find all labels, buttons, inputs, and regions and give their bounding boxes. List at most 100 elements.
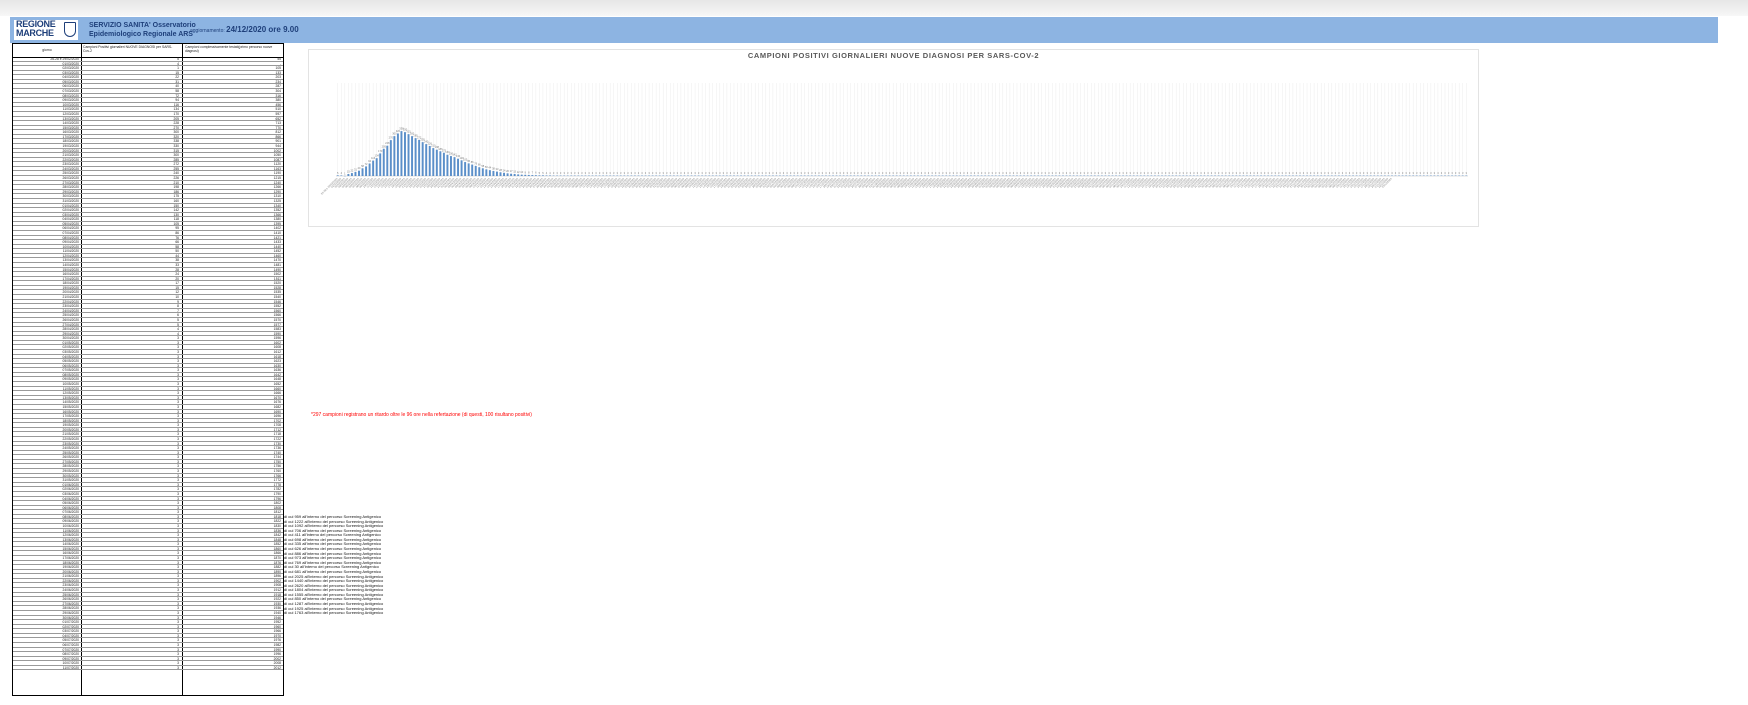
data-label: 3	[1112, 171, 1114, 175]
data-label: 3	[1179, 171, 1181, 175]
data-label: 3	[889, 171, 891, 175]
data-label: 3	[641, 171, 643, 175]
data-label: 3	[857, 171, 859, 175]
data-label: 3	[1232, 171, 1234, 175]
data-label: 3	[914, 171, 916, 175]
data-label: 3	[726, 171, 728, 175]
data-label: 3	[1016, 171, 1018, 175]
data-label: 3	[652, 171, 654, 175]
data-label: 3	[1105, 171, 1107, 175]
bar	[368, 163, 371, 176]
data-label: 3	[684, 171, 686, 175]
bar	[350, 173, 353, 176]
bar	[404, 132, 406, 176]
data-label: 3	[1200, 171, 1202, 175]
data-label: 228	[385, 141, 390, 145]
data-label: 3	[701, 171, 703, 175]
data-label: 3	[854, 171, 856, 175]
bar	[520, 174, 523, 176]
screening-note: di cui 1763 all'interno del percorso Scr…	[284, 610, 384, 616]
data-label: 3	[825, 171, 827, 175]
regione-marche-logo: REGIONE MARCHE	[14, 20, 78, 40]
data-label: 3	[1066, 171, 1068, 175]
data-label: 3	[655, 171, 657, 175]
data-label: 3	[719, 171, 721, 175]
data-label: 3	[956, 171, 958, 175]
data-label: 3	[1423, 171, 1425, 175]
data-label: 3	[567, 171, 569, 175]
data-label: 3	[1274, 171, 1276, 175]
data-label: 3	[1441, 171, 1443, 175]
bar	[495, 171, 498, 176]
data-label: 3	[1409, 171, 1411, 175]
data-label: 3	[995, 171, 997, 175]
data-label: 3	[585, 171, 587, 175]
data-label: 3	[1420, 171, 1422, 175]
data-label: 3	[903, 171, 905, 175]
bar	[471, 164, 474, 176]
data-label: 3	[609, 171, 611, 175]
bar	[517, 174, 520, 176]
data-label: 3	[1076, 171, 1078, 175]
data-label: 3	[1069, 171, 1071, 175]
data-label: 3	[1345, 171, 1347, 175]
data-label: 3	[871, 171, 873, 175]
data-label: 3	[1324, 171, 1326, 175]
data-label: 3	[1448, 171, 1450, 175]
data-label: 3	[1317, 171, 1319, 175]
data-label: 3	[606, 171, 608, 175]
data-label: 3	[921, 171, 923, 175]
data-label: 3	[691, 171, 693, 175]
data-label: 3	[1161, 171, 1163, 175]
data-label: 3	[769, 171, 771, 175]
footnote: *297 campioni registrano un ritardo oltr…	[311, 412, 532, 418]
data-label: 3	[1349, 171, 1351, 175]
data-label: 3	[1236, 171, 1238, 175]
data-label: 7	[532, 171, 534, 175]
data-label: 3	[659, 171, 661, 175]
data-label: 3	[907, 171, 909, 175]
data-label: 3	[1006, 171, 1008, 175]
data-label: 3	[708, 171, 710, 175]
data-label: 3	[1193, 171, 1195, 175]
data-label: 3	[875, 171, 877, 175]
data-label: 3	[1356, 171, 1358, 175]
data-label: 4	[546, 171, 548, 175]
data-label: 3	[910, 171, 912, 175]
data-label: 3	[1285, 171, 1287, 175]
data-label: 3	[1405, 171, 1407, 175]
data-label: 3	[1147, 171, 1149, 175]
bar	[485, 169, 488, 176]
bar	[425, 144, 428, 176]
data-label: 3	[592, 171, 594, 175]
bar	[549, 175, 551, 176]
data-label: 3	[1137, 171, 1139, 175]
bar	[361, 168, 364, 176]
data-label: 3	[928, 171, 930, 175]
data-label: 3	[1087, 171, 1089, 175]
data-label: 3	[878, 171, 880, 175]
data-label: 3	[938, 171, 940, 175]
data-label: 3	[751, 171, 753, 175]
data-label: 3	[1172, 171, 1174, 175]
bar	[414, 138, 417, 176]
data-label: 3	[1374, 171, 1376, 175]
data-label: 3	[723, 171, 725, 175]
bar	[531, 175, 534, 176]
data-label: 3	[758, 171, 760, 175]
data-label: 3	[1243, 171, 1245, 175]
data-label: 3	[1282, 171, 1284, 175]
bar	[513, 174, 516, 176]
data-label: 3	[754, 171, 756, 175]
table-body: 26-28 e 29/02/2020 5 55 01/03/2020 4-02/03/2…	[13, 57, 283, 671]
bar	[421, 142, 424, 176]
data-label: 3	[1211, 171, 1213, 175]
data-label: 3	[935, 171, 937, 175]
update-label: aggiornamento:	[190, 28, 225, 34]
bar	[449, 156, 452, 176]
data-label: 3	[1133, 171, 1135, 175]
data-label: 3	[648, 171, 650, 175]
bar	[467, 163, 470, 176]
bar	[478, 167, 481, 176]
data-label: 3	[1009, 171, 1011, 175]
